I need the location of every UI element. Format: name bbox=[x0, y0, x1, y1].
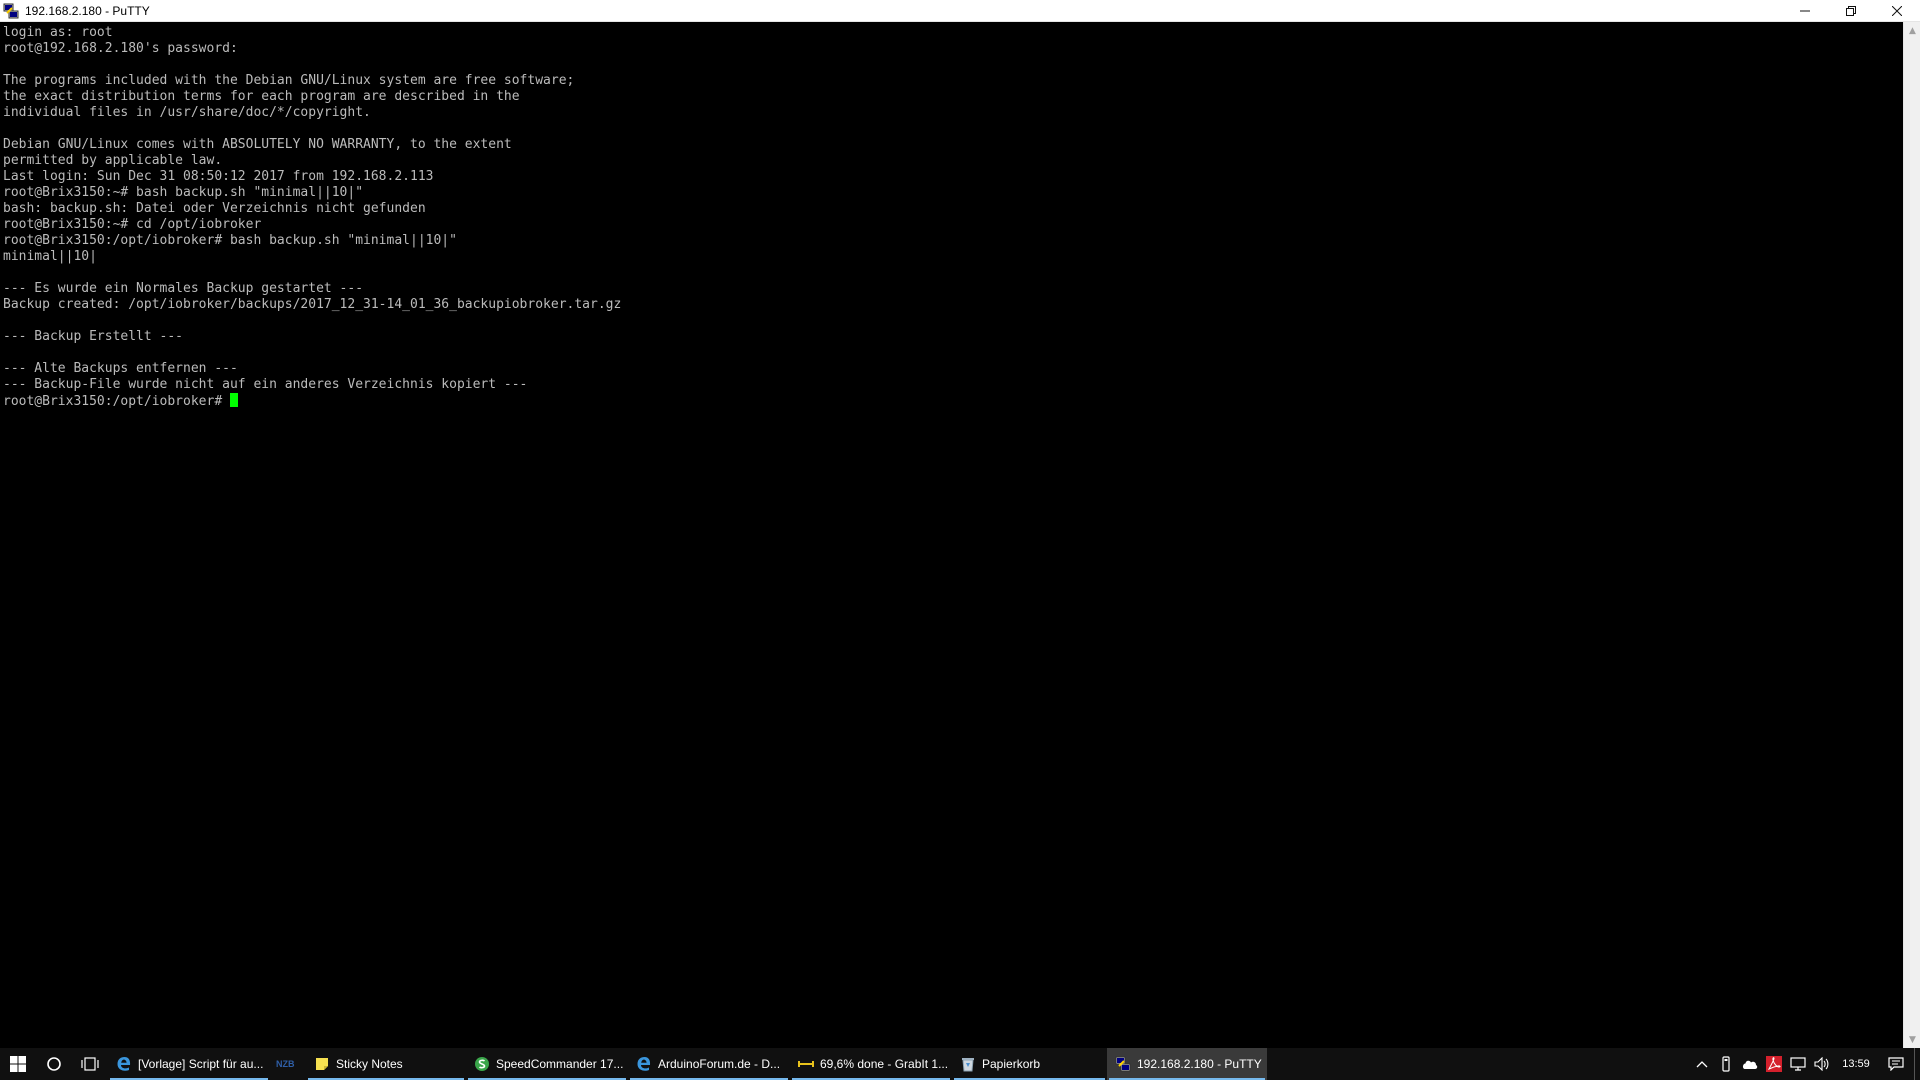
terminal-prompt: root@Brix3150:/opt/iobroker# bbox=[3, 394, 223, 409]
task-view-button[interactable] bbox=[72, 1048, 108, 1080]
windows-logo-icon bbox=[10, 1056, 26, 1072]
scroll-down-arrow-icon[interactable]: ▼ bbox=[1904, 1031, 1920, 1048]
terminal-line: permitted by applicable law. bbox=[3, 153, 223, 168]
terminal-cursor bbox=[230, 393, 239, 407]
taskbar-item-label: SpeedCommander 17... bbox=[496, 1057, 624, 1071]
onedrive-cloud-icon[interactable] bbox=[1738, 1048, 1762, 1080]
terminal-line: The programs included with the Debian GN… bbox=[3, 73, 575, 88]
cortana-circle-icon bbox=[47, 1057, 61, 1071]
taskbar-item-edge-vorlage[interactable]: [Vorlage] Script für au... bbox=[108, 1048, 270, 1080]
start-button[interactable] bbox=[0, 1048, 36, 1080]
taskbar-item-nzb[interactable]: NZB bbox=[270, 1048, 306, 1080]
minimize-button[interactable] bbox=[1782, 0, 1828, 22]
taskbar-item-label: [Vorlage] Script für au... bbox=[138, 1057, 264, 1071]
edge-icon bbox=[116, 1056, 132, 1072]
terminal-line: root@Brix3150:~# bash backup.sh "minimal… bbox=[3, 185, 364, 200]
taskbar-item-label: Papierkorb bbox=[982, 1057, 1041, 1071]
sticky-notes-icon bbox=[314, 1056, 330, 1072]
nzb-icon: NZB bbox=[276, 1059, 295, 1069]
taskbar-item-putty[interactable]: 192.168.2.180 - PuTTY bbox=[1107, 1048, 1267, 1080]
grabit-icon bbox=[798, 1056, 814, 1072]
speedcommander-icon bbox=[474, 1056, 490, 1072]
usb-device-icon[interactable] bbox=[1714, 1048, 1738, 1080]
recycle-bin-icon bbox=[960, 1056, 976, 1072]
terminal-line: root@Brix3150:~# cd /opt/iobroker bbox=[3, 217, 262, 232]
scroll-up-arrow-icon[interactable]: ▲ bbox=[1904, 22, 1920, 39]
terminal-line: login as: root bbox=[3, 25, 113, 40]
terminal-scrollbar[interactable]: ▲ ▼ bbox=[1903, 22, 1920, 1048]
terminal-line: Debian GNU/Linux comes with ABSOLUTELY N… bbox=[3, 137, 512, 152]
taskbar-item-grabit[interactable]: 69,6% done - GrabIt 1... bbox=[790, 1048, 952, 1080]
action-center-icon[interactable] bbox=[1878, 1048, 1914, 1080]
show-desktop-button[interactable] bbox=[1914, 1048, 1920, 1080]
putty-icon bbox=[3, 3, 19, 19]
close-button[interactable] bbox=[1874, 0, 1920, 22]
terminal-line: --- Backup Erstellt --- bbox=[3, 329, 184, 344]
terminal-line: --- Es wurde ein Normales Backup gestart… bbox=[3, 281, 364, 296]
network-icon[interactable] bbox=[1786, 1048, 1810, 1080]
window-title-bar[interactable]: 192.168.2.180 - PuTTY bbox=[0, 0, 1920, 22]
edge-icon bbox=[636, 1056, 652, 1072]
terminal-line: minimal||10| bbox=[3, 249, 97, 264]
system-tray: 13:59 bbox=[1690, 1048, 1920, 1080]
terminal-line: --- Alte Backups entfernen --- bbox=[3, 361, 238, 376]
terminal-line: bash: backup.sh: Datei oder Verzeichnis … bbox=[3, 201, 426, 216]
restore-button[interactable] bbox=[1828, 0, 1874, 22]
taskbar-item-speedcommander[interactable]: SpeedCommander 17... bbox=[466, 1048, 628, 1080]
taskbar-item-arduinoforum[interactable]: ArduinoForum.de - D... bbox=[628, 1048, 790, 1080]
terminal-line: root@Brix3150:/opt/iobroker# bash backup… bbox=[3, 233, 457, 248]
taskbar-item-sticky-notes[interactable]: Sticky Notes bbox=[306, 1048, 466, 1080]
acrobat-icon[interactable] bbox=[1762, 1048, 1786, 1080]
window-title: 192.168.2.180 - PuTTY bbox=[25, 3, 150, 18]
taskbar-item-label: Sticky Notes bbox=[336, 1057, 403, 1071]
taskbar-item-label: 192.168.2.180 - PuTTY bbox=[1137, 1057, 1262, 1071]
taskbar-item-papierkorb[interactable]: Papierkorb bbox=[952, 1048, 1107, 1080]
terminal-line: --- Backup-File wurde nicht auf ein ande… bbox=[3, 377, 528, 392]
terminal-line: Last login: Sun Dec 31 08:50:12 2017 fro… bbox=[3, 169, 434, 184]
terminal-line: root@192.168.2.180's password: bbox=[3, 41, 238, 56]
taskbar-item-label: 69,6% done - GrabIt 1... bbox=[820, 1057, 949, 1071]
terminal-line: individual files in /usr/share/doc/*/cop… bbox=[3, 105, 371, 120]
volume-icon[interactable] bbox=[1810, 1048, 1834, 1080]
terminal-prompt-line[interactable]: root@Brix3150:/opt/iobroker# bbox=[3, 393, 1903, 409]
task-view-icon bbox=[81, 1057, 99, 1071]
terminal-line: Backup created: /opt/iobroker/backups/20… bbox=[3, 297, 622, 312]
taskbar: [Vorlage] Script für au... NZB Sticky No… bbox=[0, 1048, 1920, 1080]
chevron-up-icon[interactable] bbox=[1690, 1048, 1714, 1080]
taskbar-item-label: ArduinoForum.de - D... bbox=[658, 1057, 781, 1071]
taskbar-clock[interactable]: 13:59 bbox=[1834, 1058, 1878, 1070]
terminal-output[interactable]: login as: root root@192.168.2.180's pass… bbox=[0, 22, 1903, 1048]
cortana-search-button[interactable] bbox=[36, 1048, 72, 1080]
putty-icon bbox=[1115, 1056, 1131, 1072]
terminal-line: the exact distribution terms for each pr… bbox=[3, 89, 520, 104]
